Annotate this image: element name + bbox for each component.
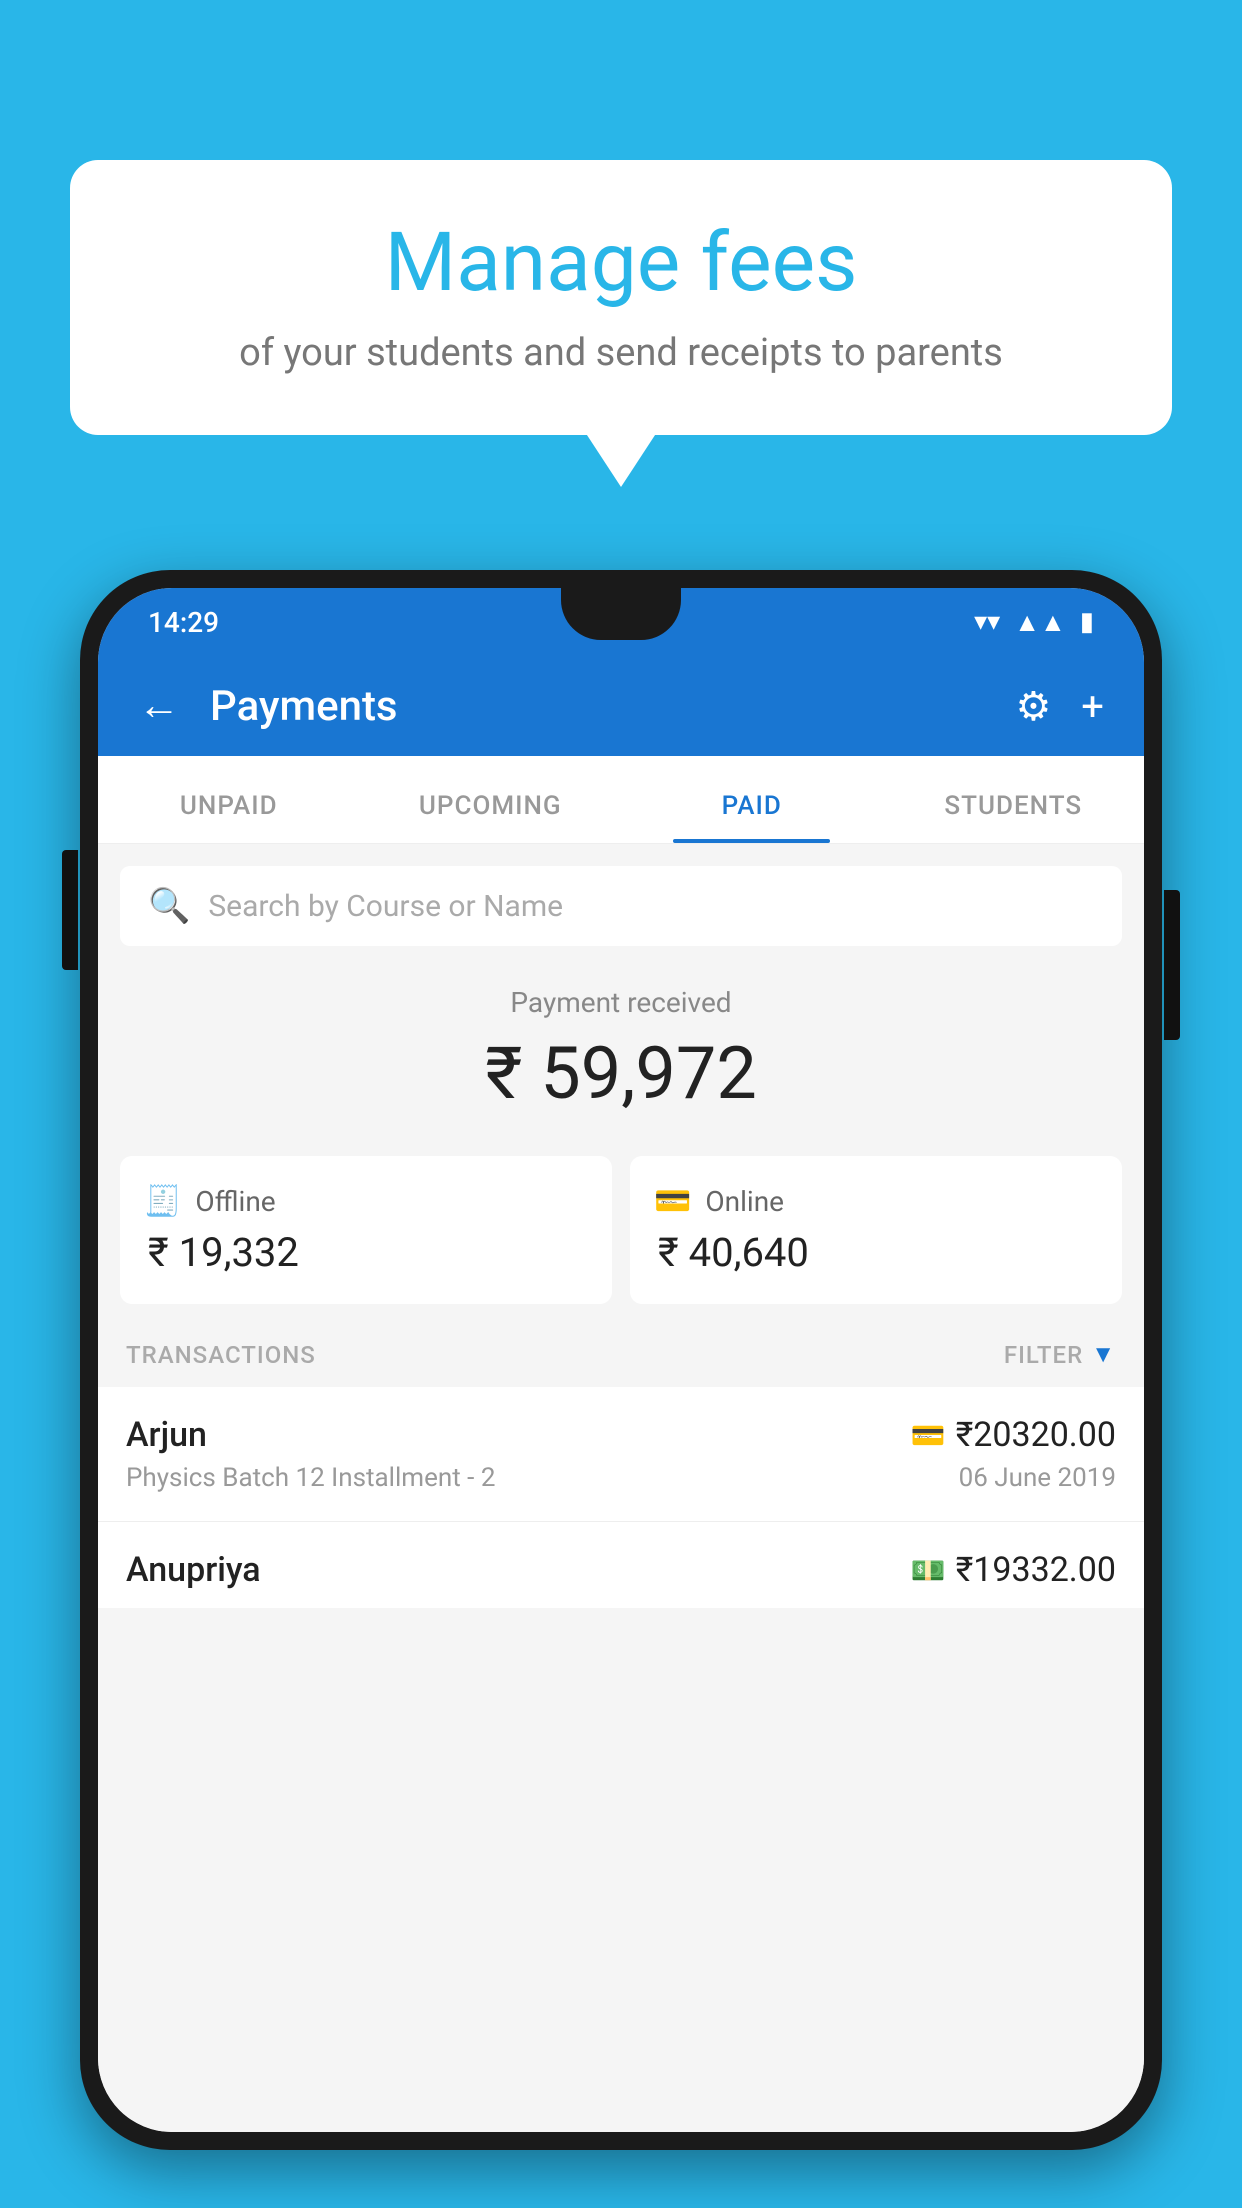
transaction-name-1: Arjun <box>126 1415 207 1455</box>
transaction-row-2[interactable]: Anupriya 💵 ₹19332.00 <box>98 1522 1144 1608</box>
search-input[interactable]: Search by Course or Name <box>208 889 563 924</box>
transactions-header: TRANSACTIONS FILTER ▼ <box>98 1322 1144 1387</box>
filter-label: FILTER <box>1004 1341 1083 1369</box>
online-card-top: 💳 Online <box>654 1184 1098 1219</box>
offline-card: 🧾 Offline ₹ 19,332 <box>120 1156 612 1304</box>
status-bar: 14:29 ▾▾ ▲▲ ▮ <box>98 588 1144 656</box>
tab-students[interactable]: STUDENTS <box>883 791 1145 843</box>
transaction-amount-wrap-2: 💵 ₹19332.00 <box>911 1550 1116 1590</box>
settings-icon[interactable]: ⚙ <box>1015 683 1051 730</box>
status-time: 14:29 <box>148 606 219 639</box>
online-amount: ₹ 40,640 <box>654 1229 1098 1276</box>
transaction-amount-2: ₹19332.00 <box>956 1550 1116 1590</box>
bubble-title: Manage fees <box>130 215 1112 311</box>
transaction-bottom-1: Physics Batch 12 Installment - 2 06 June… <box>126 1463 1116 1493</box>
speech-bubble: Manage fees of your students and send re… <box>70 160 1172 435</box>
online-icon: 💳 <box>654 1184 691 1219</box>
transaction-desc-1: Physics Batch 12 Installment - 2 <box>126 1463 495 1493</box>
top-bar-actions: ⚙ + <box>1015 683 1104 730</box>
offline-card-top: 🧾 Offline <box>144 1184 588 1219</box>
transaction-amount-1: ₹20320.00 <box>956 1415 1116 1455</box>
tab-upcoming[interactable]: UPCOMING <box>360 791 622 843</box>
filter-button[interactable]: FILTER ▼ <box>1004 1340 1116 1369</box>
tabs: UNPAID UPCOMING PAID STUDENTS <box>98 756 1144 844</box>
payment-received-section: Payment received ₹ 59,972 <box>98 946 1144 1138</box>
cards-row: 🧾 Offline ₹ 19,332 💳 Online ₹ 40,640 <box>98 1138 1144 1322</box>
filter-icon: ▼ <box>1091 1340 1116 1369</box>
transaction-name-2: Anupriya <box>126 1550 261 1590</box>
online-label: Online <box>705 1185 784 1218</box>
transaction-type-icon-1: 💳 <box>911 1419 946 1452</box>
wifi-icon: ▾▾ <box>974 607 1000 637</box>
screen-content: 🔍 Search by Course or Name Payment recei… <box>98 844 1144 2132</box>
search-bar[interactable]: 🔍 Search by Course or Name <box>120 866 1122 946</box>
phone-wrapper: 14:29 ▾▾ ▲▲ ▮ ← Payments ⚙ + UNPAID <box>80 570 1162 2208</box>
payment-received-label: Payment received <box>120 986 1122 1019</box>
transactions-label: TRANSACTIONS <box>126 1341 316 1369</box>
offline-icon: 🧾 <box>144 1184 181 1219</box>
phone-outer: 14:29 ▾▾ ▲▲ ▮ ← Payments ⚙ + UNPAID <box>80 570 1162 2150</box>
transaction-date-1: 06 June 2019 <box>959 1463 1116 1493</box>
transaction-top-1: Arjun 💳 ₹20320.00 <box>126 1415 1116 1455</box>
search-icon: 🔍 <box>148 886 190 926</box>
bubble-subtitle: of your students and send receipts to pa… <box>130 331 1112 375</box>
transaction-row-1[interactable]: Arjun 💳 ₹20320.00 Physics Batch 12 Insta… <box>98 1387 1144 1522</box>
offline-amount: ₹ 19,332 <box>144 1229 588 1276</box>
status-icons: ▾▾ ▲▲ ▮ <box>974 607 1094 638</box>
transaction-top-2: Anupriya 💵 ₹19332.00 <box>126 1550 1116 1590</box>
top-bar: ← Payments ⚙ + <box>98 656 1144 756</box>
battery-icon: ▮ <box>1080 607 1094 637</box>
add-button[interactable]: + <box>1081 683 1104 730</box>
signal-icon: ▲▲ <box>1014 607 1065 638</box>
phone-screen: 14:29 ▾▾ ▲▲ ▮ ← Payments ⚙ + UNPAID <box>98 588 1144 2132</box>
notch <box>561 588 681 640</box>
transaction-amount-wrap-1: 💳 ₹20320.00 <box>911 1415 1116 1455</box>
tab-unpaid[interactable]: UNPAID <box>98 791 360 843</box>
online-card: 💳 Online ₹ 40,640 <box>630 1156 1122 1304</box>
tab-paid[interactable]: PAID <box>621 791 883 843</box>
back-button[interactable]: ← <box>138 685 180 727</box>
page-title: Payments <box>210 682 985 731</box>
transaction-type-icon-2: 💵 <box>911 1554 946 1587</box>
offline-label: Offline <box>195 1185 275 1218</box>
payment-amount: ₹ 59,972 <box>120 1031 1122 1116</box>
